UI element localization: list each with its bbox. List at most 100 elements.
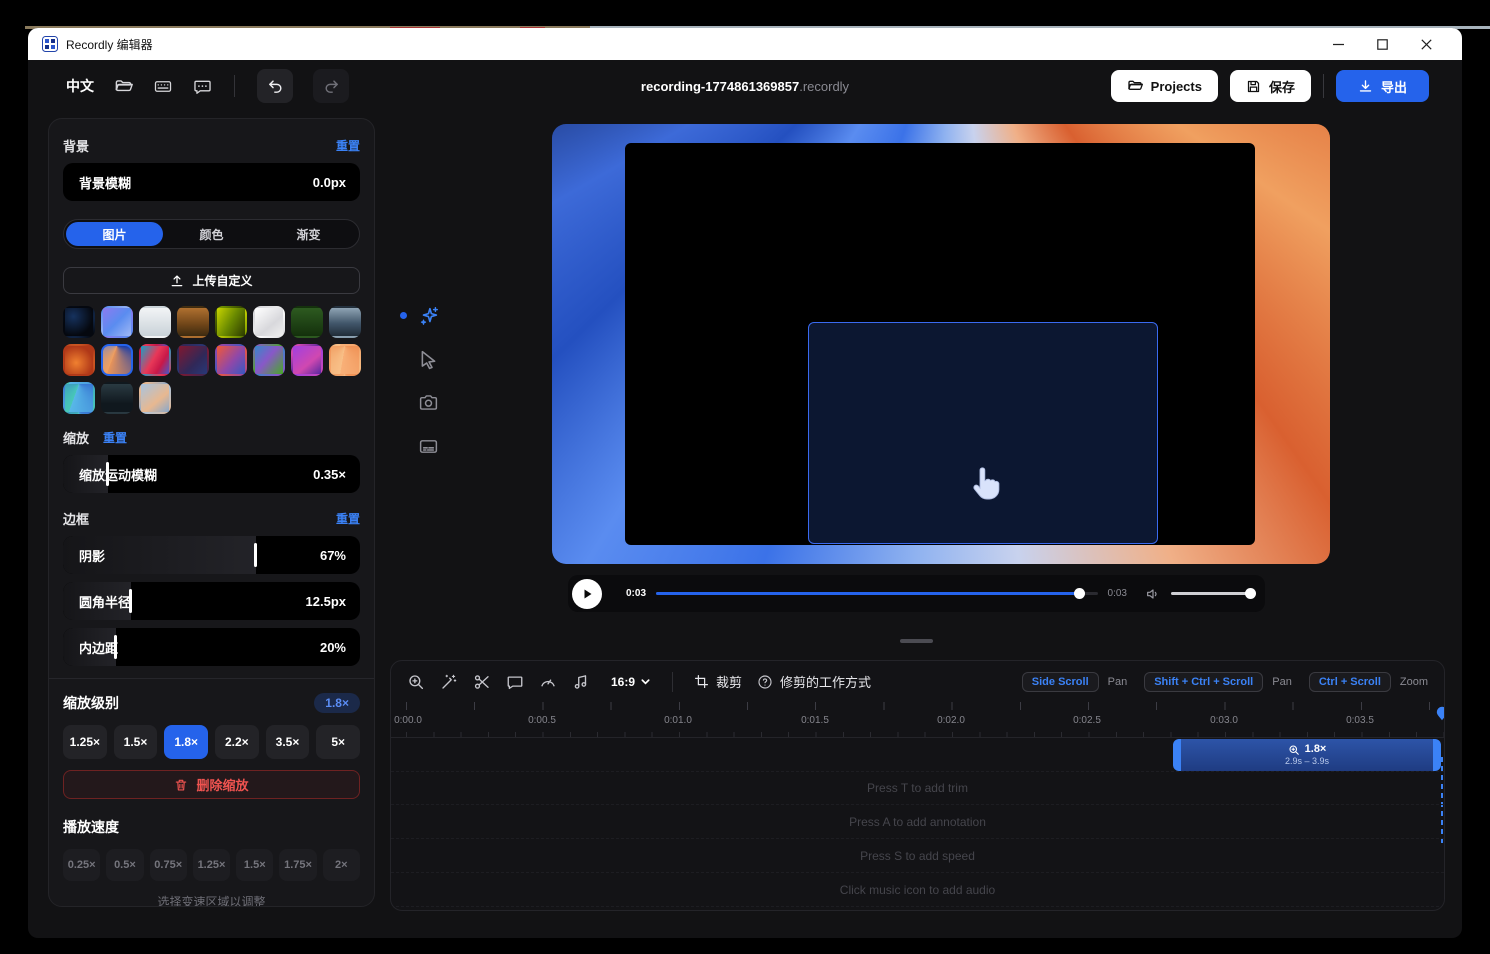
background-thumbnail[interactable] bbox=[329, 306, 361, 338]
crop-button[interactable]: 裁剪 bbox=[694, 672, 742, 691]
speed-0.75[interactable]: 0.75× bbox=[150, 849, 187, 881]
zoom-in-icon[interactable] bbox=[407, 673, 425, 691]
corner-radius-slider[interactable]: 圆角半径 12.5px bbox=[63, 582, 360, 620]
audio-hint: Click music icon to add audio bbox=[391, 873, 1444, 907]
minimize-button[interactable] bbox=[1316, 30, 1360, 58]
ruler-tick: 0:03.5 bbox=[1346, 715, 1374, 726]
tab-color[interactable]: 颜色 bbox=[163, 222, 260, 246]
zoom-level-1.5[interactable]: 1.5× bbox=[114, 725, 158, 759]
captions-icon[interactable] bbox=[418, 436, 440, 458]
language-button[interactable]: 中文 bbox=[66, 76, 94, 96]
background-thumbnail[interactable] bbox=[329, 344, 361, 376]
background-thumbnail[interactable] bbox=[63, 306, 95, 338]
player-bar: 0:03 0:03 bbox=[568, 575, 1265, 612]
toolbar-divider bbox=[1323, 74, 1324, 98]
border-reset-link[interactable]: 重置 bbox=[336, 510, 360, 527]
background-thumbnail[interactable] bbox=[101, 382, 133, 414]
zoom-region-right-handle[interactable] bbox=[1433, 739, 1441, 771]
zoom-region-left-handle[interactable] bbox=[1173, 739, 1181, 771]
crop-icon bbox=[694, 674, 709, 689]
trim-help-link[interactable]: 修剪的工作方式 bbox=[757, 672, 871, 691]
trash-icon bbox=[174, 778, 188, 792]
padding-slider[interactable]: 内边距 20% bbox=[63, 628, 360, 666]
seek-knob[interactable] bbox=[1074, 588, 1085, 599]
filename: recording-1774861369857 .recordly bbox=[641, 60, 849, 112]
sparkles-icon[interactable] bbox=[418, 304, 440, 326]
comment-icon[interactable] bbox=[506, 673, 524, 691]
speed-1.25[interactable]: 1.25× bbox=[193, 849, 230, 881]
playhead[interactable] bbox=[1436, 706, 1445, 721]
speed-1.75[interactable]: 1.75× bbox=[279, 849, 316, 881]
background-thumbnail[interactable] bbox=[215, 344, 247, 376]
zoom-level-1.25[interactable]: 1.25× bbox=[63, 725, 107, 759]
volume-slider[interactable] bbox=[1171, 592, 1251, 595]
speed-0.25[interactable]: 0.25× bbox=[63, 849, 100, 881]
timeline-ruler[interactable]: 0:00.0 0:00.5 0:01.0 0:01.5 0:02.0 0:02.… bbox=[391, 702, 1444, 738]
zoom-level-1.8[interactable]: 1.8× bbox=[164, 725, 208, 759]
background-thumbnail[interactable] bbox=[139, 382, 171, 414]
background-thumbnail[interactable] bbox=[177, 344, 209, 376]
tab-image[interactable]: 图片 bbox=[66, 222, 163, 246]
background-thumbnail[interactable] bbox=[177, 306, 209, 338]
shadow-slider[interactable]: 阴影 67% bbox=[63, 536, 360, 574]
zoom-target-region[interactable] bbox=[808, 322, 1158, 544]
video-preview[interactable] bbox=[552, 124, 1330, 564]
keyboard-icon[interactable] bbox=[153, 77, 173, 96]
feedback-icon[interactable] bbox=[193, 77, 212, 96]
background-reset-link[interactable]: 重置 bbox=[336, 137, 360, 154]
volume-icon[interactable] bbox=[1145, 586, 1161, 602]
background-thumbnail[interactable] bbox=[291, 306, 323, 338]
redo-button[interactable] bbox=[313, 69, 349, 103]
maximize-button[interactable] bbox=[1360, 30, 1404, 58]
aspect-ratio-dropdown[interactable]: 16:9 bbox=[611, 675, 651, 689]
background-blur-slider[interactable]: 背景模糊 0.0px bbox=[63, 163, 360, 201]
background-thumbnail[interactable] bbox=[63, 344, 95, 376]
magic-wand-icon[interactable] bbox=[440, 673, 458, 691]
scissors-icon[interactable] bbox=[473, 673, 491, 691]
delete-zoom-button[interactable]: 删除缩放 bbox=[63, 770, 360, 799]
background-thumbnail[interactable] bbox=[101, 306, 133, 338]
cursor-icon[interactable] bbox=[418, 349, 440, 371]
background-thumbnail[interactable] bbox=[63, 382, 95, 414]
active-tool-dot bbox=[400, 312, 407, 319]
camera-icon[interactable] bbox=[418, 392, 440, 414]
speed-0.5[interactable]: 0.5× bbox=[106, 849, 143, 881]
background-thumbnail[interactable] bbox=[139, 306, 171, 338]
panel-resize-handle[interactable] bbox=[900, 639, 933, 643]
background-thumbnail-selected[interactable] bbox=[101, 344, 133, 376]
speed-1.5[interactable]: 1.5× bbox=[236, 849, 273, 881]
background-thumbnail[interactable] bbox=[291, 344, 323, 376]
zoom-level-2.2[interactable]: 2.2× bbox=[215, 725, 259, 759]
export-button[interactable]: 导出 bbox=[1336, 70, 1429, 102]
zoom-level-buttons: 1.25× 1.5× 1.8× 2.2× 3.5× 5× bbox=[63, 725, 360, 759]
tab-gradient[interactable]: 渐变 bbox=[260, 222, 357, 246]
undo-button[interactable] bbox=[257, 69, 293, 103]
zoom-level-3.5[interactable]: 3.5× bbox=[266, 725, 310, 759]
background-thumbnail[interactable] bbox=[253, 344, 285, 376]
shortcut-action: Pan bbox=[1272, 676, 1292, 688]
play-button[interactable] bbox=[572, 579, 602, 609]
gauge-icon[interactable] bbox=[539, 673, 557, 691]
zoom-level-5[interactable]: 5× bbox=[316, 725, 360, 759]
background-thumbnail[interactable] bbox=[253, 306, 285, 338]
zoom-in-icon bbox=[1288, 744, 1300, 756]
seek-bar[interactable] bbox=[656, 592, 1098, 595]
app-icon bbox=[42, 36, 58, 52]
zoom-reset-link[interactable]: 重置 bbox=[103, 429, 127, 446]
background-thumbnail[interactable] bbox=[215, 306, 247, 338]
volume-knob[interactable] bbox=[1245, 588, 1256, 599]
projects-button[interactable]: Projects bbox=[1111, 70, 1218, 102]
trim-hint: Press T to add trim bbox=[391, 771, 1444, 805]
projects-folder-icon bbox=[1127, 78, 1143, 94]
ruler-tick: 0:00.5 bbox=[528, 715, 556, 726]
zoom-region-clip[interactable]: 1.8× 2.9s – 3.9s bbox=[1173, 739, 1441, 771]
timeline-track-area[interactable]: 1.8× 2.9s – 3.9s Press T to add trim Pre… bbox=[391, 739, 1444, 910]
background-thumbnail[interactable] bbox=[139, 344, 171, 376]
music-note-icon[interactable] bbox=[572, 673, 590, 691]
open-folder-icon[interactable] bbox=[114, 77, 133, 96]
upload-custom-button[interactable]: 上传自定义 bbox=[63, 267, 360, 294]
close-button[interactable] bbox=[1404, 30, 1448, 58]
zoom-motion-blur-slider[interactable]: 缩放运动模糊 0.35× bbox=[63, 455, 360, 493]
speed-2[interactable]: 2× bbox=[323, 849, 360, 881]
save-button[interactable]: 保存 bbox=[1230, 70, 1311, 102]
